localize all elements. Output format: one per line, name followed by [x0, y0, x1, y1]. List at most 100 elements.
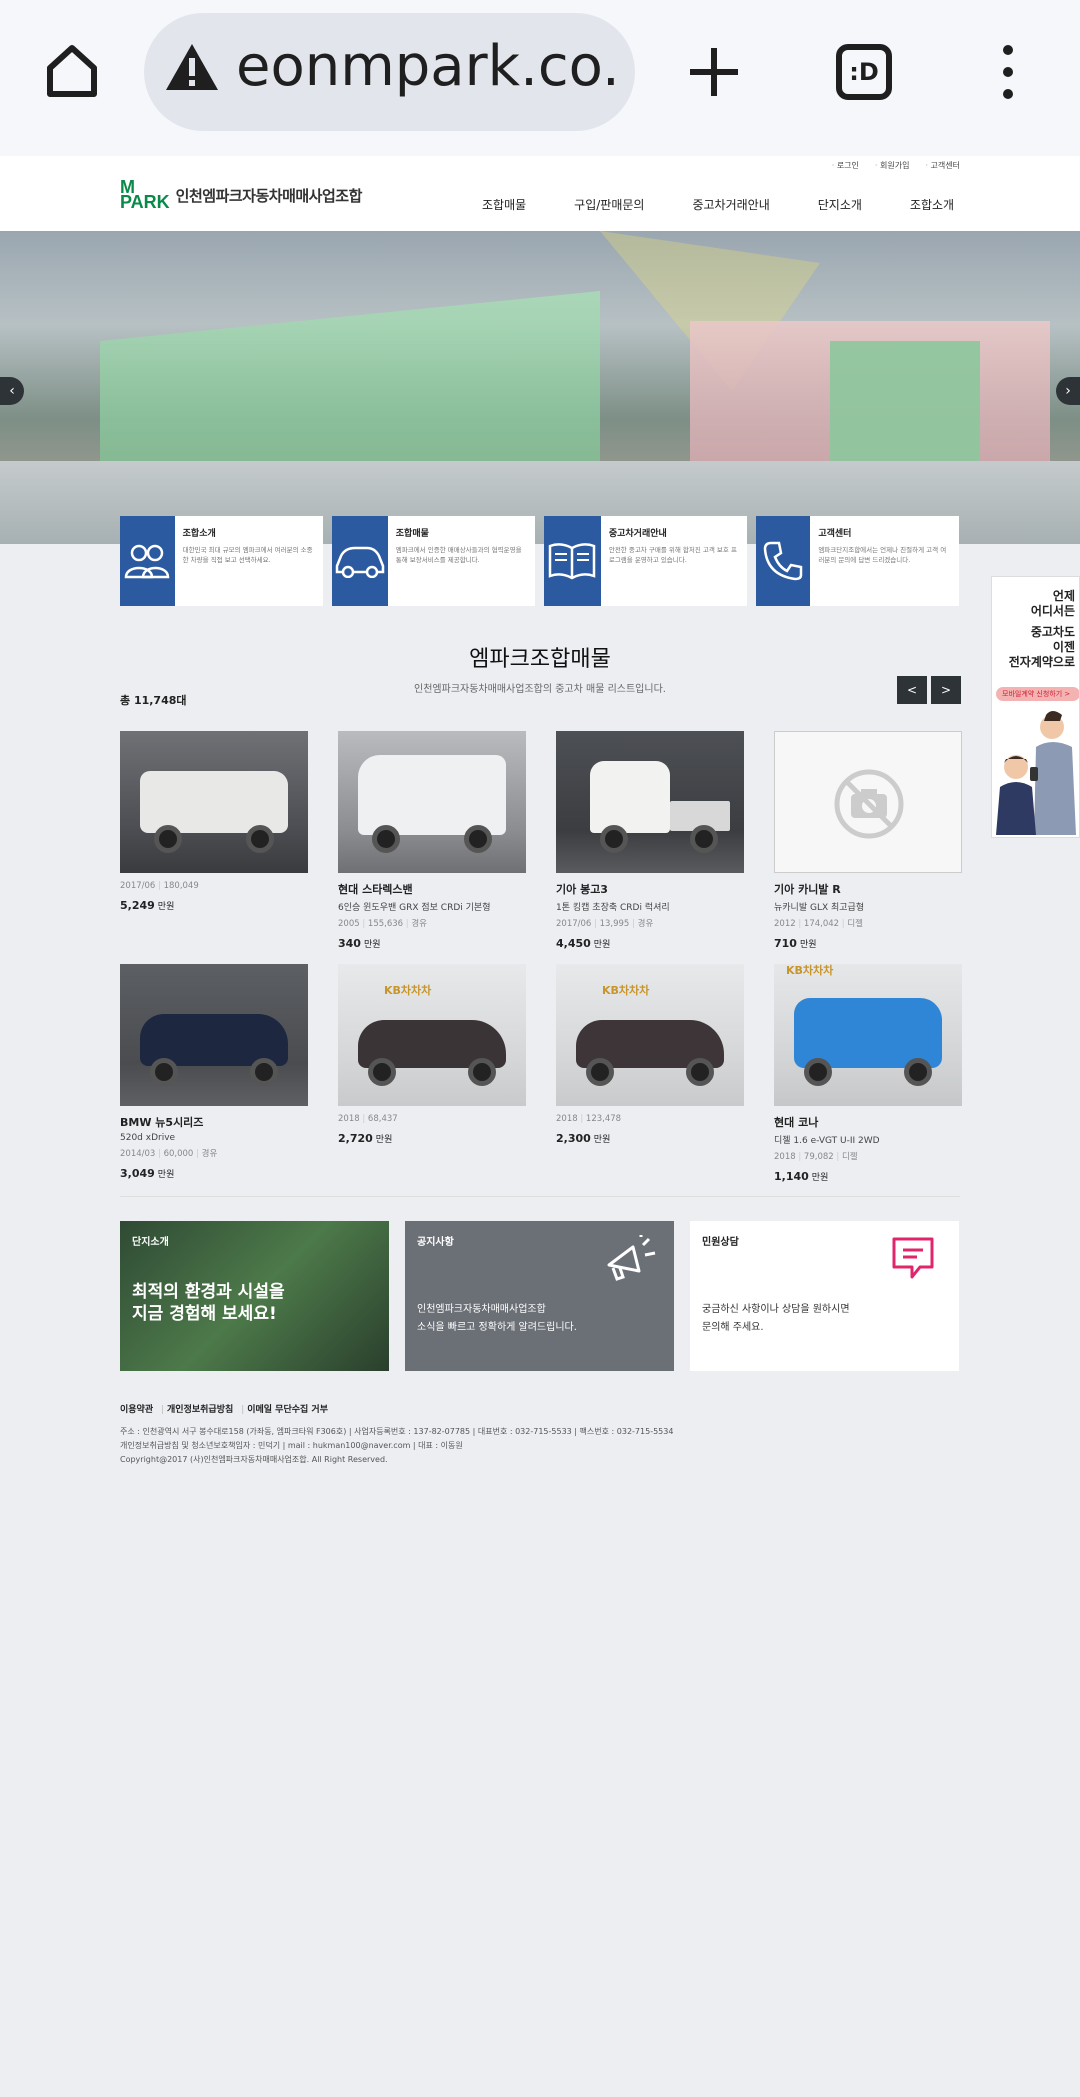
vehicle-specs: 2005155,636경유 [338, 917, 526, 929]
vehicle-card[interactable]: 기아 카니발 R 뉴카니발 GLX 최고급형 2012174,042디젤 710… [774, 731, 962, 964]
side-ad-text: 언제 어디서든 중고차도 이젠 전자계약으로 [1008, 589, 1075, 669]
url-text[interactable]: eonmpark.co.kr [236, 34, 616, 99]
vehicle-grid: 2017/06180,049 5,249만원 현대 스타렉스밴 6인승 윈도우밴… [120, 731, 962, 1197]
home-icon[interactable] [42, 40, 102, 100]
chat-bubble-icon [892, 1237, 934, 1279]
vehicle-photo[interactable] [774, 731, 962, 873]
promo-box-complex-intro[interactable]: 단지소개 최적의 환경과 시설을 지금 경험해 보세요! [120, 1221, 389, 1371]
section-divider [120, 1196, 960, 1197]
promo-box-desc: 인천엠파크자동차매매사업조합 소식을 빠르고 정확하게 알려드립니다. [417, 1304, 577, 1333]
vehicle-card[interactable]: KB차차차 2018123,478 2,300만원 [556, 964, 744, 1197]
quick-card-trade-guide[interactable]: 중고차거래안내 안전한 중고차 구매를 위해 합처진 고객 보호 프로그램을 운… [544, 516, 747, 606]
hero-prev-arrow-icon[interactable]: ‹ [0, 377, 24, 405]
more-options-icon[interactable] [996, 44, 1020, 100]
quick-card-customer-center[interactable]: 고객센터 엠파크단지조합에서는 언제나 친절하게 고객 여러분의 문의에 답변 … [756, 516, 959, 606]
nav-item-complex-intro[interactable]: 단지소개 [818, 196, 862, 213]
tab-switcher-button[interactable]: :D [836, 44, 892, 100]
hero-next-arrow-icon[interactable]: › [1056, 377, 1080, 405]
nav-item-trade-guide[interactable]: 중고차거래안내 [692, 196, 769, 213]
browser-toolbar: eonmpark.co.kr :D [0, 0, 1080, 156]
quick-menu-cards: 조합소개 대한민국 최대 규모의 엠파크에서 여러분의 소중한 차량을 직접 보… [120, 516, 960, 606]
vehicle-price: 5,249 만원 [120, 899, 175, 912]
hero-banner: ‹ › [0, 231, 1080, 544]
footer-info: 주소 : 인천광역시 서구 봉수대로158 (가좌동, 엠파크타워 F306호)… [120, 1427, 674, 1464]
customer-center-link[interactable]: 고객센터 [925, 160, 960, 171]
vehicle-name: 현대 스타렉스밴 [338, 883, 413, 896]
promo-box-title: 단지소개 [132, 1237, 169, 1248]
vehicle-card[interactable]: 현대 스타렉스밴 6인승 윈도우밴 GRX 점보 CRDi 기본형 200515… [338, 731, 526, 964]
side-ad-banner[interactable]: 언제 어디서든 중고차도 이젠 전자계약으로 모바일계약 신청하기 > [991, 576, 1080, 838]
vehicle-photo[interactable]: KB차차차 [338, 964, 526, 1106]
vehicle-specs: 201868,437 [338, 1114, 526, 1124]
vehicle-price: 4,450 만원 [556, 937, 611, 950]
quick-card-desc: 대한민국 최대 규모의 엠파크에서 여러분의 소중한 차량을 직접 보고 선택하… [182, 546, 313, 564]
signup-link[interactable]: 회원가입 [875, 160, 909, 171]
vehicle-card[interactable]: 2017/06180,049 5,249만원 [120, 731, 308, 964]
promo-box-title: 민원상담 [702, 1237, 739, 1248]
quick-card-title: 중고차거래안내 [608, 529, 667, 539]
footer-links: 이용약관 개인정보취급방침 이메일 무단수집 거부 [120, 1402, 960, 1415]
promo-box-notice[interactable]: 공지사항 인천엠파크자동차매매사업조합 소식을 빠르고 정확하게 알려드립니다. [405, 1221, 674, 1371]
quick-card-union-intro[interactable]: 조합소개 대한민국 최대 규모의 엠파크에서 여러분의 소중한 차량을 직접 보… [120, 516, 323, 606]
promo-box-complaint[interactable]: 민원상담 궁금하신 사항이나 상담을 원하시면 문의해 주세요. [690, 1221, 959, 1371]
vehicle-trim: 디젤 1.6 e-VGT U-II 2WD [774, 1136, 880, 1146]
new-tab-icon[interactable] [686, 44, 742, 100]
promo-box-title: 공지사항 [417, 1237, 454, 1248]
login-link[interactable]: 로그인 [832, 160, 859, 171]
mobile-contract-button[interactable]: 모바일계약 신청하기 > [996, 687, 1079, 701]
vehicle-specs: 2017/06180,049 [120, 881, 308, 891]
car-icon [332, 516, 388, 606]
vehicle-card[interactable]: 기아 봉고3 1톤 킹캡 초장축 CRDi 럭셔리 2017/0613,995경… [556, 731, 744, 964]
nav-item-union-intro[interactable]: 조합소개 [910, 196, 954, 213]
top-utility-menu: 로그인 회원가입 고객센터 [832, 160, 960, 171]
vehicle-photo[interactable] [556, 731, 744, 873]
logo-text: 인천엠파크자동차매매사업조합 [175, 186, 363, 205]
megaphone-icon [607, 1235, 656, 1281]
vehicle-specs: 2018123,478 [556, 1114, 744, 1124]
prev-page-button[interactable]: < [897, 676, 927, 704]
vehicle-specs: 2012174,042디젤 [774, 917, 962, 929]
vehicle-name: 기아 봉고3 [556, 883, 608, 896]
vehicle-trim: 6인승 윈도우밴 GRX 점보 CRDi 기본형 [338, 903, 491, 913]
next-page-button[interactable]: > [931, 676, 961, 704]
vehicle-card[interactable]: KB차차차 201868,437 2,720만원 [338, 964, 526, 1197]
vehicle-price: 1,140 만원 [774, 1170, 829, 1183]
vehicle-price: 2,720 만원 [338, 1132, 393, 1145]
quick-card-desc: 엠파크단지조합에서는 언제나 친절하게 고객 여러분의 문의에 답변 드리겠습니… [818, 546, 947, 564]
people-illustration-icon [996, 711, 1076, 835]
promo-boxes: 단지소개 최적의 환경과 시설을 지금 경험해 보세요! 공지사항 인천엠파크자… [120, 1221, 959, 1371]
quick-card-listings[interactable]: 조합매물 엠파크에서 인증한 매매상사들과의 협력운영을 통해 보장서비스를 제… [332, 516, 535, 606]
vehicle-card[interactable]: BMW 뉴5시리즈 520d xDrive 2014/0360,000경유 3,… [120, 964, 308, 1197]
listing-pager: < > [897, 676, 961, 704]
vehicle-photo[interactable]: KB차차차 [774, 964, 962, 1106]
vehicle-card[interactable]: KB차차차 현대 코나 디젤 1.6 e-VGT U-II 2WD 201879… [774, 964, 962, 1197]
vehicle-photo[interactable] [120, 964, 308, 1106]
nav-item-inquiry[interactable]: 구입/판매문의 [574, 196, 644, 213]
privacy-link[interactable]: 개인정보취급방침 [161, 1402, 233, 1415]
vehicle-name: 기아 카니발 R [774, 883, 841, 896]
vehicle-price: 340 만원 [338, 937, 381, 950]
site-footer: 이용약관 개인정보취급방침 이메일 무단수집 거부 주소 : 인천광역시 서구 … [120, 1402, 960, 1467]
vehicle-photo[interactable] [120, 731, 308, 873]
vehicle-specs: 201879,082디젤 [774, 1150, 962, 1162]
nav-item-listings[interactable]: 조합매물 [482, 196, 526, 213]
vehicle-trim: 520d xDrive [120, 1133, 176, 1143]
kb-chachacha-watermark: KB차차차 [602, 984, 650, 997]
no-photo-icon [834, 769, 904, 839]
not-secure-warning-icon[interactable] [164, 42, 220, 92]
kb-chachacha-watermark: KB차차차 [786, 964, 834, 977]
vehicle-photo[interactable] [338, 731, 526, 873]
site-logo[interactable]: M PARK 인천엠파크자동차매매사업조합 [120, 178, 363, 211]
vehicle-price: 710 만원 [774, 937, 817, 950]
email-refusal-link[interactable]: 이메일 무단수집 거부 [241, 1402, 328, 1415]
vehicle-name: BMW 뉴5시리즈 [120, 1116, 204, 1129]
vehicle-trim: 1톤 킹캡 초장축 CRDi 럭셔리 [556, 903, 670, 913]
book-icon [544, 516, 601, 606]
vehicle-price: 2,300 만원 [556, 1132, 611, 1145]
vehicle-photo[interactable]: KB차차차 [556, 964, 744, 1106]
listing-total-count: 총 11,748대 [120, 694, 187, 707]
quick-card-desc: 안전한 중고차 구매를 위해 합처진 고객 보호 프로그램을 운영하고 있습니다… [608, 546, 737, 564]
terms-link[interactable]: 이용약관 [120, 1402, 153, 1415]
vehicle-name: 현대 코나 [774, 1116, 819, 1129]
site-header: 로그인 회원가입 고객센터 M PARK 인천엠파크자동차매매사업조합 조합매물… [0, 156, 1080, 231]
